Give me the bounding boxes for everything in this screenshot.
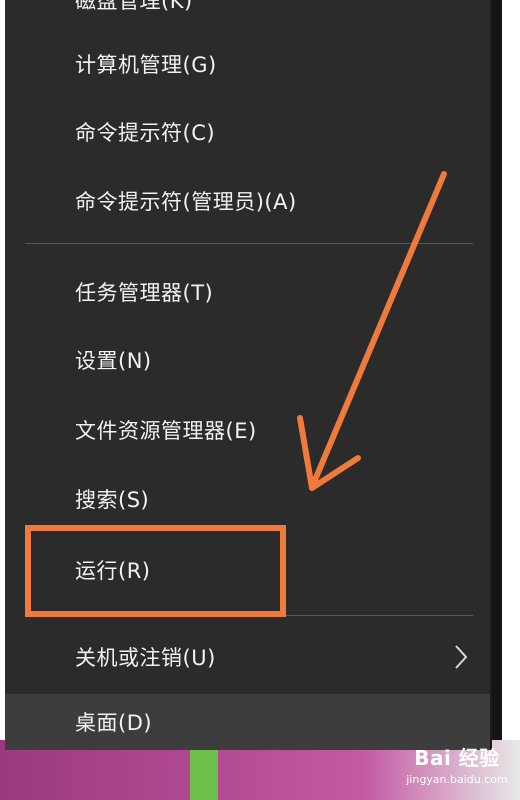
menu-item-label: 运行(R)	[75, 559, 151, 583]
menu-item-label: 计算机管理(G)	[75, 53, 217, 77]
menu-item-label: 设置(N)	[75, 349, 152, 373]
menu-item-label: 桌面(D)	[75, 711, 153, 735]
menu-item-shutdown-signout[interactable]: 关机或注销(U)	[5, 625, 490, 689]
menu-item-command-prompt-admin[interactable]: 命令提示符(管理员)(A)	[5, 169, 490, 233]
menu-item-label: 搜索(S)	[75, 488, 150, 512]
menu-item-label: 关机或注销(U)	[75, 646, 216, 670]
chevron-right-icon	[455, 645, 468, 669]
menu-item-command-prompt[interactable]: 命令提示符(C)	[5, 100, 490, 164]
menu-item-run[interactable]: 运行(R)	[5, 538, 490, 602]
menu-item-label: 任务管理器(T)	[75, 281, 214, 305]
menu-separator	[25, 243, 473, 244]
menu-item-label: 命令提示符(管理员)(A)	[75, 190, 297, 214]
menu-item-label: 磁盘管理(K)	[75, 0, 193, 13]
menu-item-label: 命令提示符(C)	[75, 121, 216, 145]
watermark-url: jingyan.baidu.com	[406, 773, 508, 786]
watermark-logo: Bai 经验	[414, 746, 500, 770]
menu-item-computer-management[interactable]: 计算机管理(G)	[5, 32, 490, 96]
menu-item-label: 文件资源管理器(E)	[75, 419, 257, 443]
winx-context-menu: 磁盘管理(K) 计算机管理(G) 命令提示符(C) 命令提示符(管理员)(A) …	[5, 0, 490, 750]
menu-separator	[25, 615, 473, 616]
menu-item-task-manager[interactable]: 任务管理器(T)	[5, 260, 490, 324]
menu-item-settings[interactable]: 设置(N)	[5, 328, 490, 392]
menu-item-search[interactable]: 搜索(S)	[5, 467, 490, 531]
menu-item-disk-management[interactable]: 磁盘管理(K)	[5, 0, 490, 32]
window-edge	[490, 0, 502, 740]
desktop-right-edge	[490, 0, 520, 800]
menu-item-file-explorer[interactable]: 文件资源管理器(E)	[5, 398, 490, 462]
baidu-jingyan-watermark: Bai 经验 jingyan.baidu.com	[398, 742, 516, 798]
